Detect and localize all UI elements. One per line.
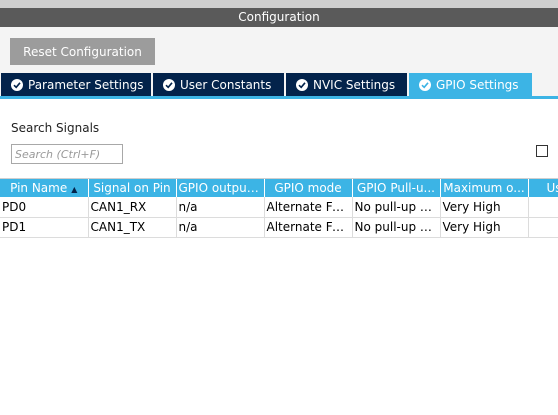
check-circle-icon xyxy=(296,78,308,91)
column-header-user-label[interactable]: Us xyxy=(528,179,558,197)
tab-label: Parameter Settings xyxy=(28,77,144,92)
cell-signal: CAN1_RX xyxy=(88,197,177,218)
window-title: Configuration xyxy=(0,8,558,27)
tab-label: GPIO Settings xyxy=(436,77,519,92)
show-modified-checkbox[interactable] xyxy=(536,145,548,157)
column-header-gpio-output[interactable]: GPIO output... xyxy=(176,179,265,197)
cell-pin-name: PD1 xyxy=(0,217,89,238)
cell-pin-name: PD0 xyxy=(0,197,89,218)
cell-gpio-pull: No pull-up a... xyxy=(352,197,441,218)
cell-gpio-pull: No pull-up a... xyxy=(352,217,441,238)
column-header-signal-on-pin[interactable]: Signal on Pin xyxy=(88,179,177,197)
cell-gpio-mode: Alternate Fu... xyxy=(264,197,353,218)
search-signals-label: Search Signals xyxy=(11,121,100,135)
cell-gpio-output: n/a xyxy=(176,197,265,218)
cell-user-label xyxy=(528,217,558,238)
table-row[interactable]: PD0 CAN1_RX n/a Alternate Fu... No pull-… xyxy=(0,197,558,218)
column-header-gpio-pull[interactable]: GPIO Pull-u... xyxy=(352,179,441,197)
tab-label: NVIC Settings xyxy=(313,77,396,92)
column-header-pin-name[interactable]: Pin Name ▲ xyxy=(0,179,89,197)
check-circle-icon xyxy=(419,78,431,91)
cell-maximum-output: Very High xyxy=(440,217,529,238)
cell-user-label xyxy=(528,197,558,218)
settings-tabs: Parameter Settings User Constants NVIC S… xyxy=(0,73,558,96)
gpio-table: Pin Name ▲ Signal on Pin GPIO output... G… xyxy=(0,178,558,415)
cell-gpio-output: n/a xyxy=(176,217,265,238)
sort-arrow-icon: ▲ xyxy=(71,185,78,194)
window-top-strip xyxy=(0,0,558,8)
table-header-row: Pin Name ▲ Signal on Pin GPIO output... G… xyxy=(0,179,558,197)
cell-maximum-output: Very High xyxy=(440,197,529,218)
column-header-maximum-output[interactable]: Maximum o... xyxy=(440,179,529,197)
cell-gpio-mode: Alternate Fu... xyxy=(264,217,353,238)
tab-user-constants[interactable]: User Constants xyxy=(153,73,284,96)
tab-parameter-settings[interactable]: Parameter Settings xyxy=(1,73,151,96)
reset-configuration-button[interactable]: Reset Configuration xyxy=(10,38,155,65)
tab-nvic-settings[interactable]: NVIC Settings xyxy=(286,73,407,96)
check-circle-icon xyxy=(163,78,175,91)
tab-label: User Constants xyxy=(180,77,272,92)
cell-signal: CAN1_TX xyxy=(88,217,177,238)
column-header-label: Pin Name xyxy=(10,181,68,195)
check-circle-icon xyxy=(11,78,23,91)
table-row[interactable]: PD1 CAN1_TX n/a Alternate Fu... No pull-… xyxy=(0,217,558,238)
search-signals-input[interactable] xyxy=(11,144,123,164)
tab-gpio-settings[interactable]: GPIO Settings xyxy=(409,73,532,96)
column-header-gpio-mode[interactable]: GPIO mode xyxy=(264,179,353,197)
